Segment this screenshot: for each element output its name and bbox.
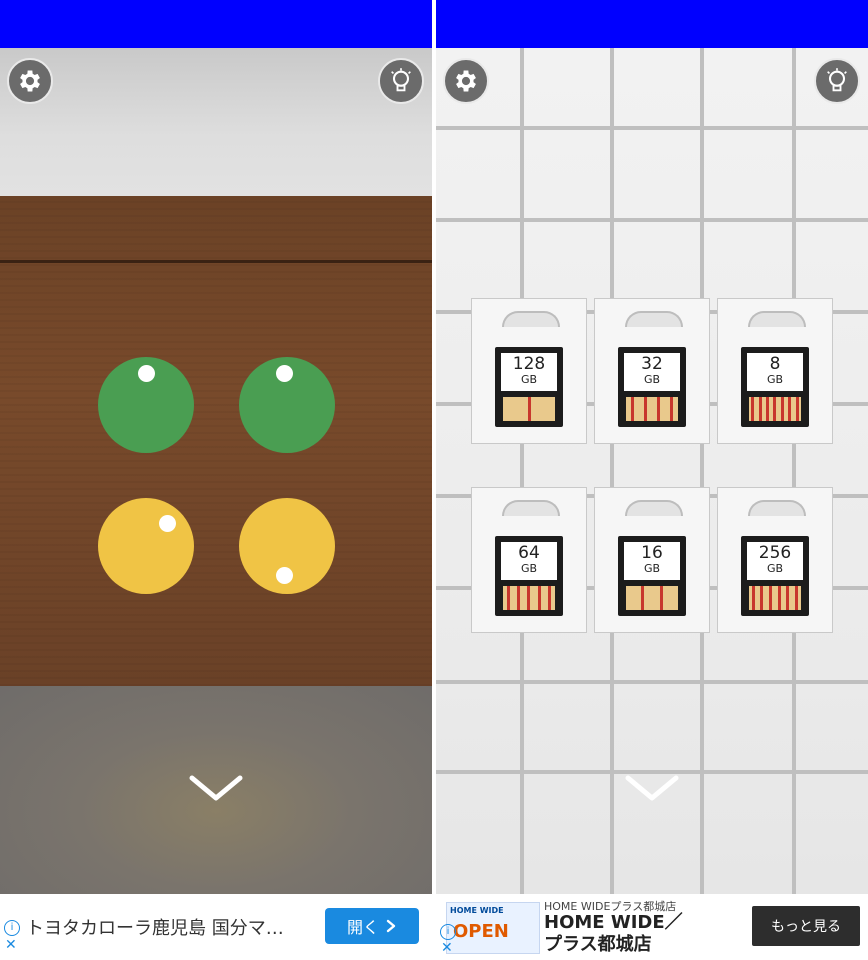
hanger-hole bbox=[625, 500, 683, 516]
grid-bar bbox=[436, 126, 868, 130]
sd-card-package-64[interactable]: 64 GB bbox=[471, 487, 587, 633]
info-icon[interactable]: i bbox=[4, 920, 20, 936]
sd-contacts bbox=[503, 586, 555, 610]
pegboard-wall bbox=[436, 48, 868, 894]
grid-bar bbox=[700, 48, 704, 894]
grid-bar bbox=[436, 680, 868, 684]
chevron-down-icon[interactable] bbox=[188, 770, 244, 806]
disc-dot bbox=[276, 567, 293, 584]
gear-icon bbox=[20, 70, 40, 92]
sd-label: 16 GB bbox=[624, 542, 680, 580]
sd-card: 8 GB bbox=[741, 347, 809, 427]
ad-text: トヨタカローラ鹿児島 国分マ… bbox=[26, 918, 284, 939]
grid-bar bbox=[520, 48, 524, 894]
wooden-board bbox=[0, 196, 432, 686]
ad-title-line1: HOME WIDE／ bbox=[544, 912, 683, 933]
hanger-hole bbox=[748, 500, 806, 516]
hanger-hole bbox=[625, 311, 683, 327]
hint-button[interactable] bbox=[378, 58, 424, 104]
sd-card: 16 GB bbox=[618, 536, 686, 616]
hanger-hole bbox=[748, 311, 806, 327]
left-scene-panel: i ✕ トヨタカローラ鹿児島 国分マ… 開く bbox=[0, 0, 432, 960]
sd-card: 256 GB bbox=[741, 536, 809, 616]
yellow-disc-1[interactable] bbox=[98, 498, 194, 594]
green-disc-1[interactable] bbox=[98, 357, 194, 453]
sd-contacts bbox=[626, 586, 678, 610]
sd-unit: GB bbox=[766, 562, 784, 575]
sd-unit: GB bbox=[520, 562, 538, 575]
ad-image-open: OPEN bbox=[453, 921, 509, 942]
hint-button[interactable] bbox=[814, 58, 860, 104]
grid-bar bbox=[436, 218, 868, 222]
ad-banner[interactable]: HOME WIDE OPEN i ✕ HOME WIDE プラス都城店 HOME … bbox=[436, 894, 868, 960]
sd-capacity: 64 bbox=[518, 543, 540, 563]
board-edge bbox=[0, 260, 432, 263]
hanger-hole bbox=[502, 500, 560, 516]
ad-title-line2: プラス都城店 bbox=[544, 934, 652, 955]
sd-label: 256 GB bbox=[747, 542, 803, 580]
lightbulb-icon bbox=[391, 68, 411, 92]
top-bar bbox=[0, 0, 432, 48]
sd-contacts bbox=[749, 586, 801, 610]
wall bbox=[0, 48, 432, 196]
sd-capacity: 16 bbox=[641, 543, 663, 563]
ad-image-brand: HOME WIDE bbox=[450, 906, 504, 915]
ad-title: HOME WIDE／ プラス都城店 bbox=[544, 912, 744, 956]
sd-label: 8 GB bbox=[747, 353, 803, 391]
close-icon[interactable]: ✕ bbox=[441, 941, 453, 955]
sd-unit: GB bbox=[520, 373, 538, 386]
sd-card-package-8[interactable]: 8 GB bbox=[717, 298, 833, 444]
sd-capacity: 256 bbox=[758, 543, 792, 563]
sd-unit: GB bbox=[766, 373, 784, 386]
sd-capacity: 8 bbox=[769, 354, 781, 374]
sd-capacity: 32 bbox=[641, 354, 663, 374]
hanger-hole bbox=[502, 311, 560, 327]
close-icon[interactable]: ✕ bbox=[5, 938, 17, 952]
disc-dot bbox=[159, 515, 176, 532]
settings-button[interactable] bbox=[443, 58, 489, 104]
sd-unit: GB bbox=[643, 562, 661, 575]
grid-bar bbox=[610, 48, 614, 894]
ad-banner[interactable]: i ✕ トヨタカローラ鹿児島 国分マ… 開く bbox=[0, 894, 432, 960]
sd-card-package-128[interactable]: 128 GB bbox=[471, 298, 587, 444]
chevron-down-icon[interactable] bbox=[624, 770, 680, 806]
sd-label: 32 GB bbox=[624, 353, 680, 391]
sd-card-package-32[interactable]: 32 GB bbox=[594, 298, 710, 444]
settings-button[interactable] bbox=[7, 58, 53, 104]
ad-open-label: 開く bbox=[346, 918, 379, 937]
disc-dot bbox=[138, 365, 155, 382]
ad-image[interactable]: HOME WIDE OPEN bbox=[446, 902, 540, 954]
top-bar bbox=[436, 0, 868, 48]
sd-card-package-256[interactable]: 256 GB bbox=[717, 487, 833, 633]
sd-card: 32 GB bbox=[618, 347, 686, 427]
sd-label: 64 GB bbox=[501, 542, 557, 580]
sd-capacity: 128 bbox=[512, 354, 546, 374]
sd-contacts bbox=[503, 397, 555, 421]
sd-unit: GB bbox=[643, 373, 661, 386]
lightbulb-icon bbox=[827, 68, 847, 92]
right-scene-panel: 128 GB 32 GB 8 GB 64 GB 16 GB 256 GB HOM… bbox=[436, 0, 868, 960]
grid-bar bbox=[792, 48, 796, 894]
sd-contacts bbox=[626, 397, 678, 421]
sd-card-package-16[interactable]: 16 GB bbox=[594, 487, 710, 633]
sd-label: 128 GB bbox=[501, 353, 557, 391]
chevron-right-icon bbox=[386, 919, 396, 933]
disc-dot bbox=[276, 365, 293, 382]
gear-icon bbox=[456, 70, 476, 92]
sd-card: 64 GB bbox=[495, 536, 563, 616]
yellow-disc-2[interactable] bbox=[239, 498, 335, 594]
sd-card: 128 GB bbox=[495, 347, 563, 427]
ad-more-button[interactable]: もっと見る bbox=[752, 906, 860, 946]
info-icon[interactable]: i bbox=[440, 924, 456, 940]
green-disc-2[interactable] bbox=[239, 357, 335, 453]
sd-contacts bbox=[749, 397, 801, 421]
ad-open-button[interactable]: 開く bbox=[325, 908, 419, 944]
